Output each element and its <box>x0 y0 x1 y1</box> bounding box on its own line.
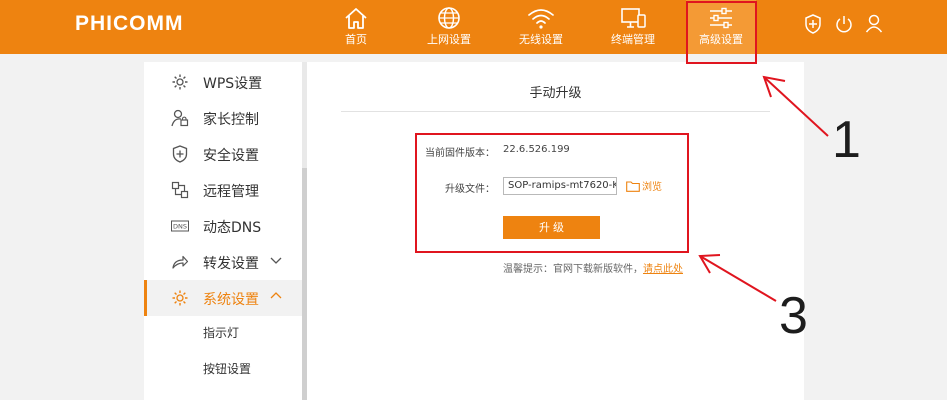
annotation-number-3: 3 <box>779 287 808 345</box>
arrow-1 <box>762 75 829 137</box>
arrow-3 <box>698 254 777 302</box>
annotation-number-1: 1 <box>832 111 861 169</box>
